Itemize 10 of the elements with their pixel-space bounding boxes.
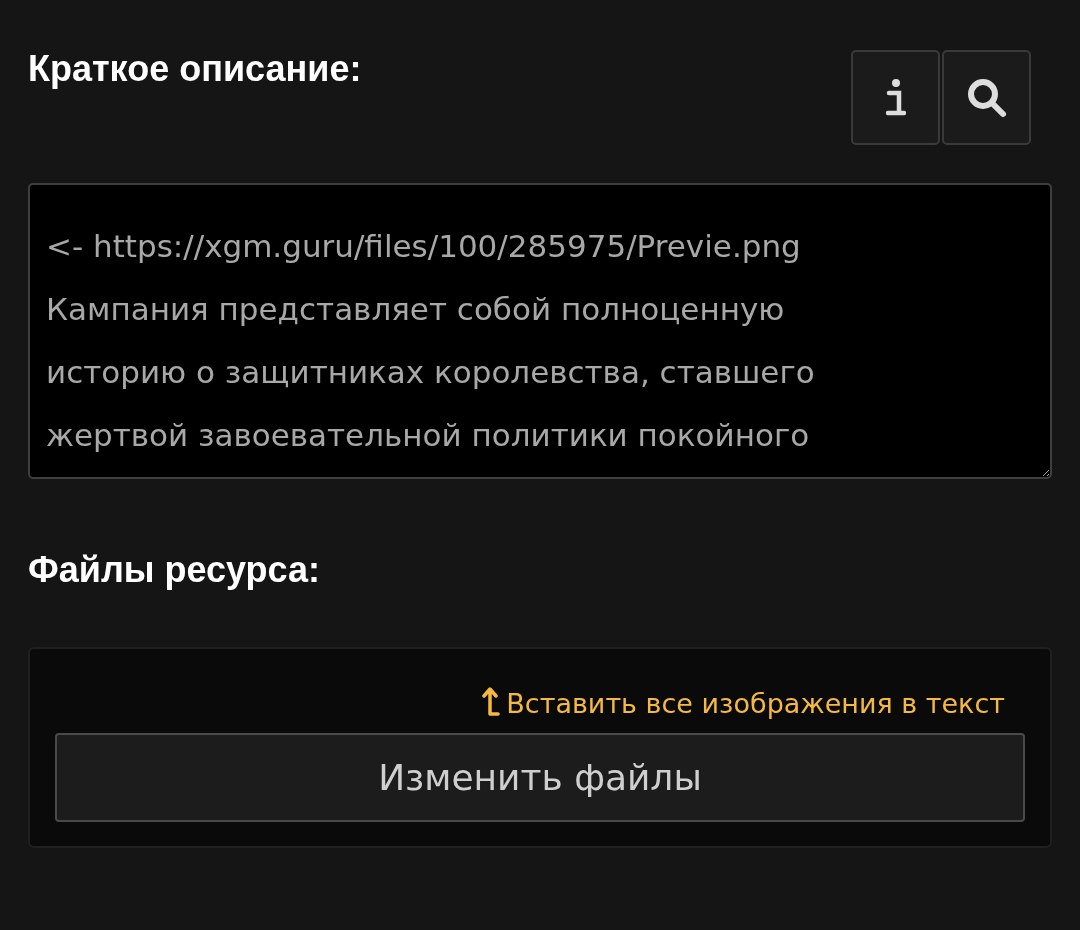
description-field[interactable]: <- https://xgm.guru/files/100/285975/Previe.png Кампания представляет собой полноценную историю о защитниках королевства, ставшего жертвой завоевательной политики покойного bbox=[28, 183, 1052, 479]
info-icon bbox=[885, 78, 906, 117]
change-files-button[interactable]: Изменить файлы bbox=[55, 733, 1025, 822]
section-heading: Краткое описание: bbox=[28, 47, 362, 90]
search-button[interactable] bbox=[942, 50, 1031, 145]
section-heading: Файлы ресурса: bbox=[28, 549, 321, 591]
insert-images-link[interactable]: Вставить все изображения в текст bbox=[482, 687, 1005, 719]
arrow-up-icon bbox=[482, 687, 501, 719]
search-icon bbox=[965, 76, 1008, 119]
info-button[interactable] bbox=[851, 50, 940, 145]
